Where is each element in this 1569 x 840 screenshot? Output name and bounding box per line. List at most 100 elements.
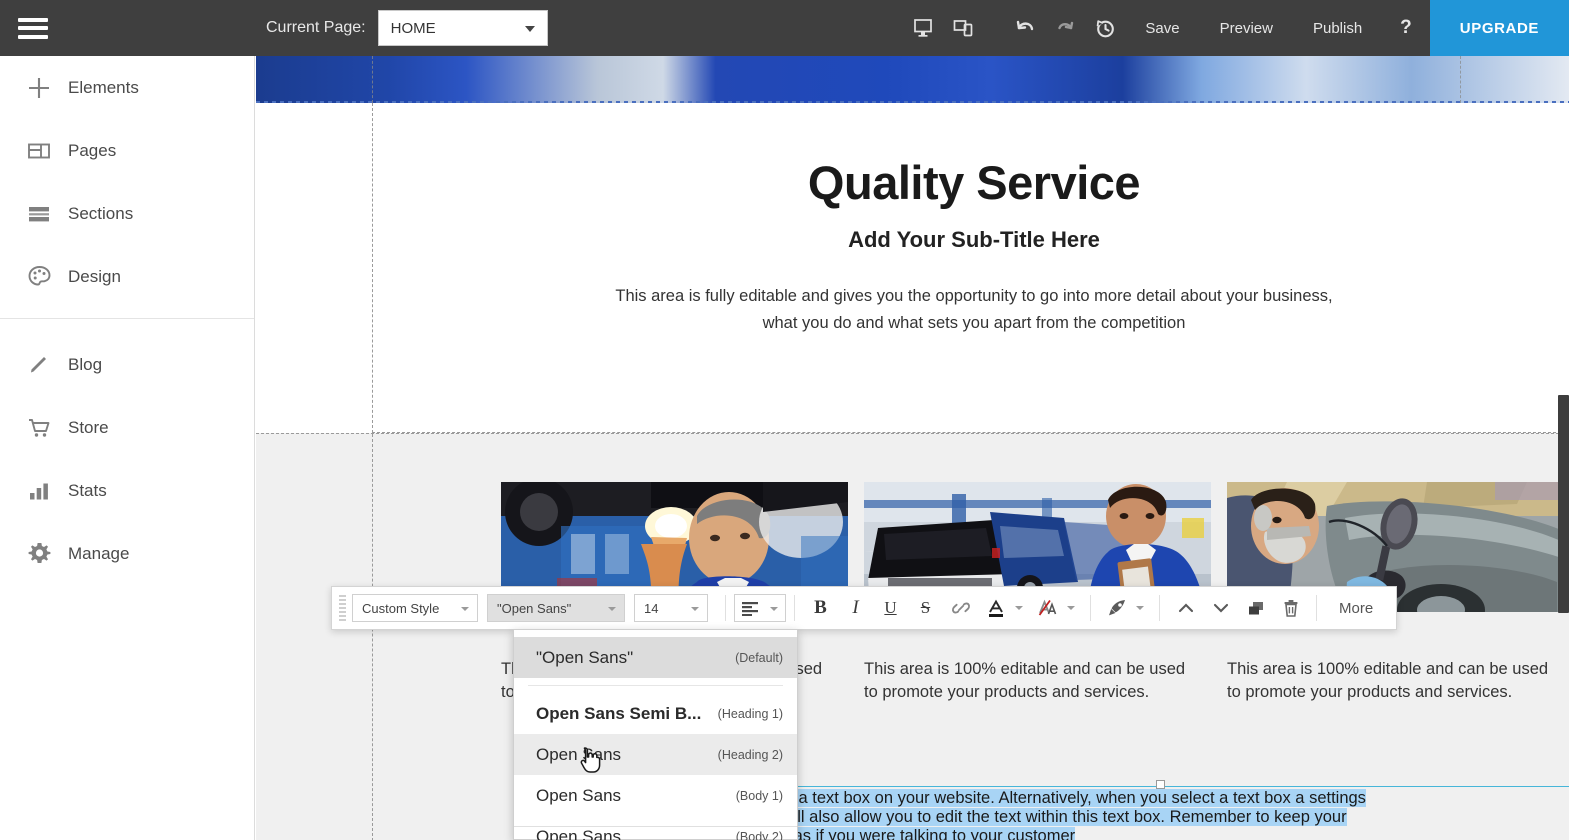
font-option-heading-1[interactable]: Open Sans Semi B... (Heading 1)	[514, 693, 797, 734]
font-option-name: Open Sans	[536, 826, 622, 840]
trash-icon	[1284, 600, 1297, 617]
font-dropdown-bottom-divider	[514, 826, 797, 827]
font-dropdown-menu[interactable]: "Open Sans" (Default) Open Sans Semi B..…	[513, 629, 798, 840]
sidebar-item-pages[interactable]: Pages	[0, 119, 254, 182]
font-size-select[interactable]: 14	[634, 594, 708, 622]
resize-handle-top-center[interactable]	[1156, 780, 1165, 789]
hero-section[interactable]: Quality Service Add Your Sub-Title Here …	[256, 103, 1569, 433]
font-option-name: Open Sans	[536, 744, 622, 764]
pages-icon	[10, 139, 68, 163]
font-option-heading-2[interactable]: Open Sans (Heading 2)	[514, 734, 797, 775]
delete-button[interactable]	[1273, 586, 1308, 630]
sidebar-item-blog[interactable]: Blog	[0, 333, 254, 396]
italic-button[interactable]: I	[838, 586, 873, 630]
feature-text-3: This area is 100% editable and can be us…	[1227, 658, 1569, 705]
font-dropdown-divider	[528, 685, 783, 686]
align-left-icon	[742, 601, 758, 616]
sections-icon	[10, 202, 68, 226]
chevron-down-icon	[691, 606, 699, 611]
feature-text-3-line2: to promote your products and services.	[1227, 683, 1513, 702]
move-up-button[interactable]	[1168, 586, 1203, 630]
sidebar-label-stats: Stats	[68, 480, 107, 500]
sidebar-item-elements[interactable]: Elements	[0, 56, 254, 119]
sidebar-item-store[interactable]: Store	[0, 396, 254, 459]
history-button[interactable]	[1085, 0, 1125, 56]
publish-button[interactable]: Publish	[1293, 0, 1382, 56]
clear-format-dropdown[interactable]	[1067, 606, 1075, 610]
bold-button[interactable]: B	[803, 586, 838, 630]
text-color-icon	[988, 599, 1003, 617]
history-icon	[1096, 19, 1114, 37]
feature-text-2-line1: This area is 100% editable and can be us…	[864, 660, 1186, 678]
style-select[interactable]: Custom Style	[352, 594, 478, 622]
sidebar-label-elements: Elements	[68, 77, 139, 97]
plus-icon	[10, 75, 68, 101]
sidebar-item-sections[interactable]: Sections	[0, 182, 254, 245]
canvas-scrollbar[interactable]	[1558, 395, 1569, 613]
hero-text-container[interactable]: Quality Service Add Your Sub-Title Here …	[372, 103, 1569, 433]
strikethrough-button[interactable]: S	[908, 586, 943, 630]
more-button[interactable]: More	[1325, 586, 1387, 630]
text-color-button[interactable]	[978, 586, 1013, 630]
save-button[interactable]: Save	[1125, 0, 1199, 56]
text-color-dropdown[interactable]	[1015, 606, 1023, 610]
underline-button[interactable]: U	[873, 586, 908, 630]
font-select[interactable]: "Open Sans"	[487, 594, 625, 622]
hamburger-menu-button[interactable]	[0, 0, 66, 56]
hero-body: This area is fully editable and gives yo…	[373, 283, 1569, 336]
toolbar-divider	[1090, 595, 1091, 621]
hero-banner-image[interactable]	[256, 56, 1569, 103]
page-select-dropdown[interactable]: HOME	[377, 10, 548, 46]
rocket-icon	[1108, 600, 1125, 616]
selected-text-block[interactable]: You can edit teon a text box on your web…	[659, 780, 1569, 840]
animation-dropdown[interactable]	[1136, 606, 1144, 610]
move-down-button[interactable]	[1203, 586, 1238, 630]
chevron-down-icon	[461, 606, 469, 611]
undo-icon	[1017, 20, 1034, 31]
help-button[interactable]: ?	[1382, 17, 1430, 39]
sidebar-label-store: Store	[68, 417, 109, 437]
sidebar-label-pages: Pages	[68, 140, 117, 160]
font-option-body-2[interactable]: Open Sans (Body 2)	[514, 816, 797, 840]
chevron-up-icon	[1178, 603, 1193, 613]
undo-button[interactable]	[1005, 0, 1045, 56]
sidebar-item-manage[interactable]: Manage	[0, 522, 254, 585]
page-canvas[interactable]: Quality Service Add Your Sub-Title Here …	[256, 56, 1569, 840]
mobile-view-button[interactable]	[943, 0, 983, 56]
sidebar-divider	[0, 318, 254, 319]
duplicate-icon	[1248, 602, 1263, 615]
font-option-name: Open Sans Semi B...	[536, 703, 702, 723]
chevron-down-icon	[608, 606, 616, 611]
toolbar-divider	[1316, 595, 1317, 621]
upgrade-button[interactable]: UPGRADE	[1429, 0, 1569, 56]
feature-text-2-line2: to promote your products and services.	[864, 683, 1150, 702]
font-option-name: Open Sans	[536, 785, 622, 805]
clear-format-icon	[1038, 599, 1056, 616]
desktop-view-button[interactable]	[903, 0, 943, 56]
top-toolbar: Current Page: HOME Save Preview Publish …	[0, 0, 1569, 56]
features-section[interactable]: This area is 100% editable and can be us…	[256, 433, 1569, 840]
hero-subtitle: Add Your Sub-Title Here	[848, 227, 1100, 252]
redo-button[interactable]	[1045, 0, 1085, 56]
preview-button[interactable]: Preview	[1200, 0, 1293, 56]
duplicate-button[interactable]	[1238, 586, 1273, 630]
clear-format-button[interactable]	[1030, 586, 1065, 630]
sidebar-label-design: Design	[68, 266, 121, 286]
animation-button[interactable]	[1099, 586, 1134, 630]
redo-icon	[1058, 21, 1074, 30]
font-option-name: "Open Sans"	[536, 647, 634, 667]
font-option-body-1[interactable]: Open Sans (Body 1)	[514, 775, 797, 816]
feature-text-2: This area is 100% editable and can be us…	[864, 658, 1211, 705]
link-button[interactable]	[943, 586, 978, 630]
sidebar-label-sections: Sections	[68, 203, 134, 223]
toolbar-divider	[794, 595, 795, 621]
font-option-tag: (Heading 1)	[717, 706, 783, 721]
sidebar-item-stats[interactable]: Stats	[0, 459, 254, 522]
chevron-down-icon	[770, 606, 778, 611]
page-select-value: HOME	[390, 19, 436, 37]
toolbar-drag-handle[interactable]	[332, 586, 352, 630]
align-select[interactable]	[734, 594, 786, 622]
font-option-default[interactable]: "Open Sans" (Default)	[514, 637, 797, 678]
toolbar-divider	[725, 595, 726, 621]
sidebar-item-design[interactable]: Design	[0, 245, 254, 308]
